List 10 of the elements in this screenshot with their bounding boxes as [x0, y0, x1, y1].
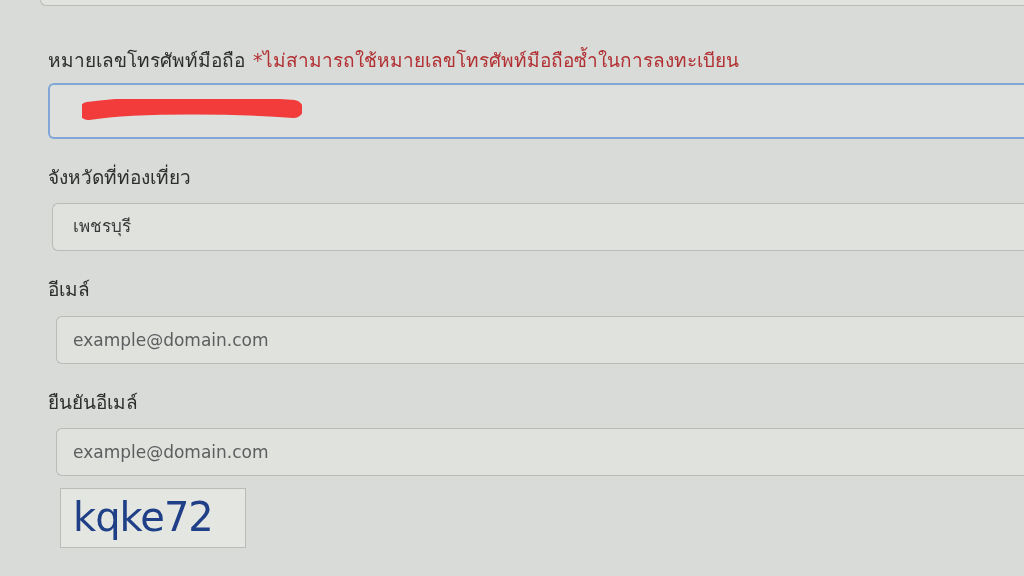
field-label: จังหวัดที่ท่องเที่ยว: [48, 163, 192, 190]
email-input-field[interactable]: example@domain.com: [56, 428, 1024, 476]
captcha-image: kqke72: [60, 488, 246, 548]
field-label: หมายเลขโทรศัพท์มือถือ: [48, 48, 245, 73]
warning-note: *ไม่สามารถใช้หมายเลขโทรศัพท์มือถือซ้ำในการลงทะเบียน: [253, 46, 739, 73]
field-label: ยืนยันอีเมล์: [48, 389, 139, 415]
province-select[interactable]: เพชรบุรี: [52, 203, 1024, 251]
email-input-field[interactable]: example@domain.com: [56, 315, 1024, 364]
phone-input-field[interactable]: [48, 82, 1024, 139]
field-label: อีเมล์: [48, 277, 91, 302]
